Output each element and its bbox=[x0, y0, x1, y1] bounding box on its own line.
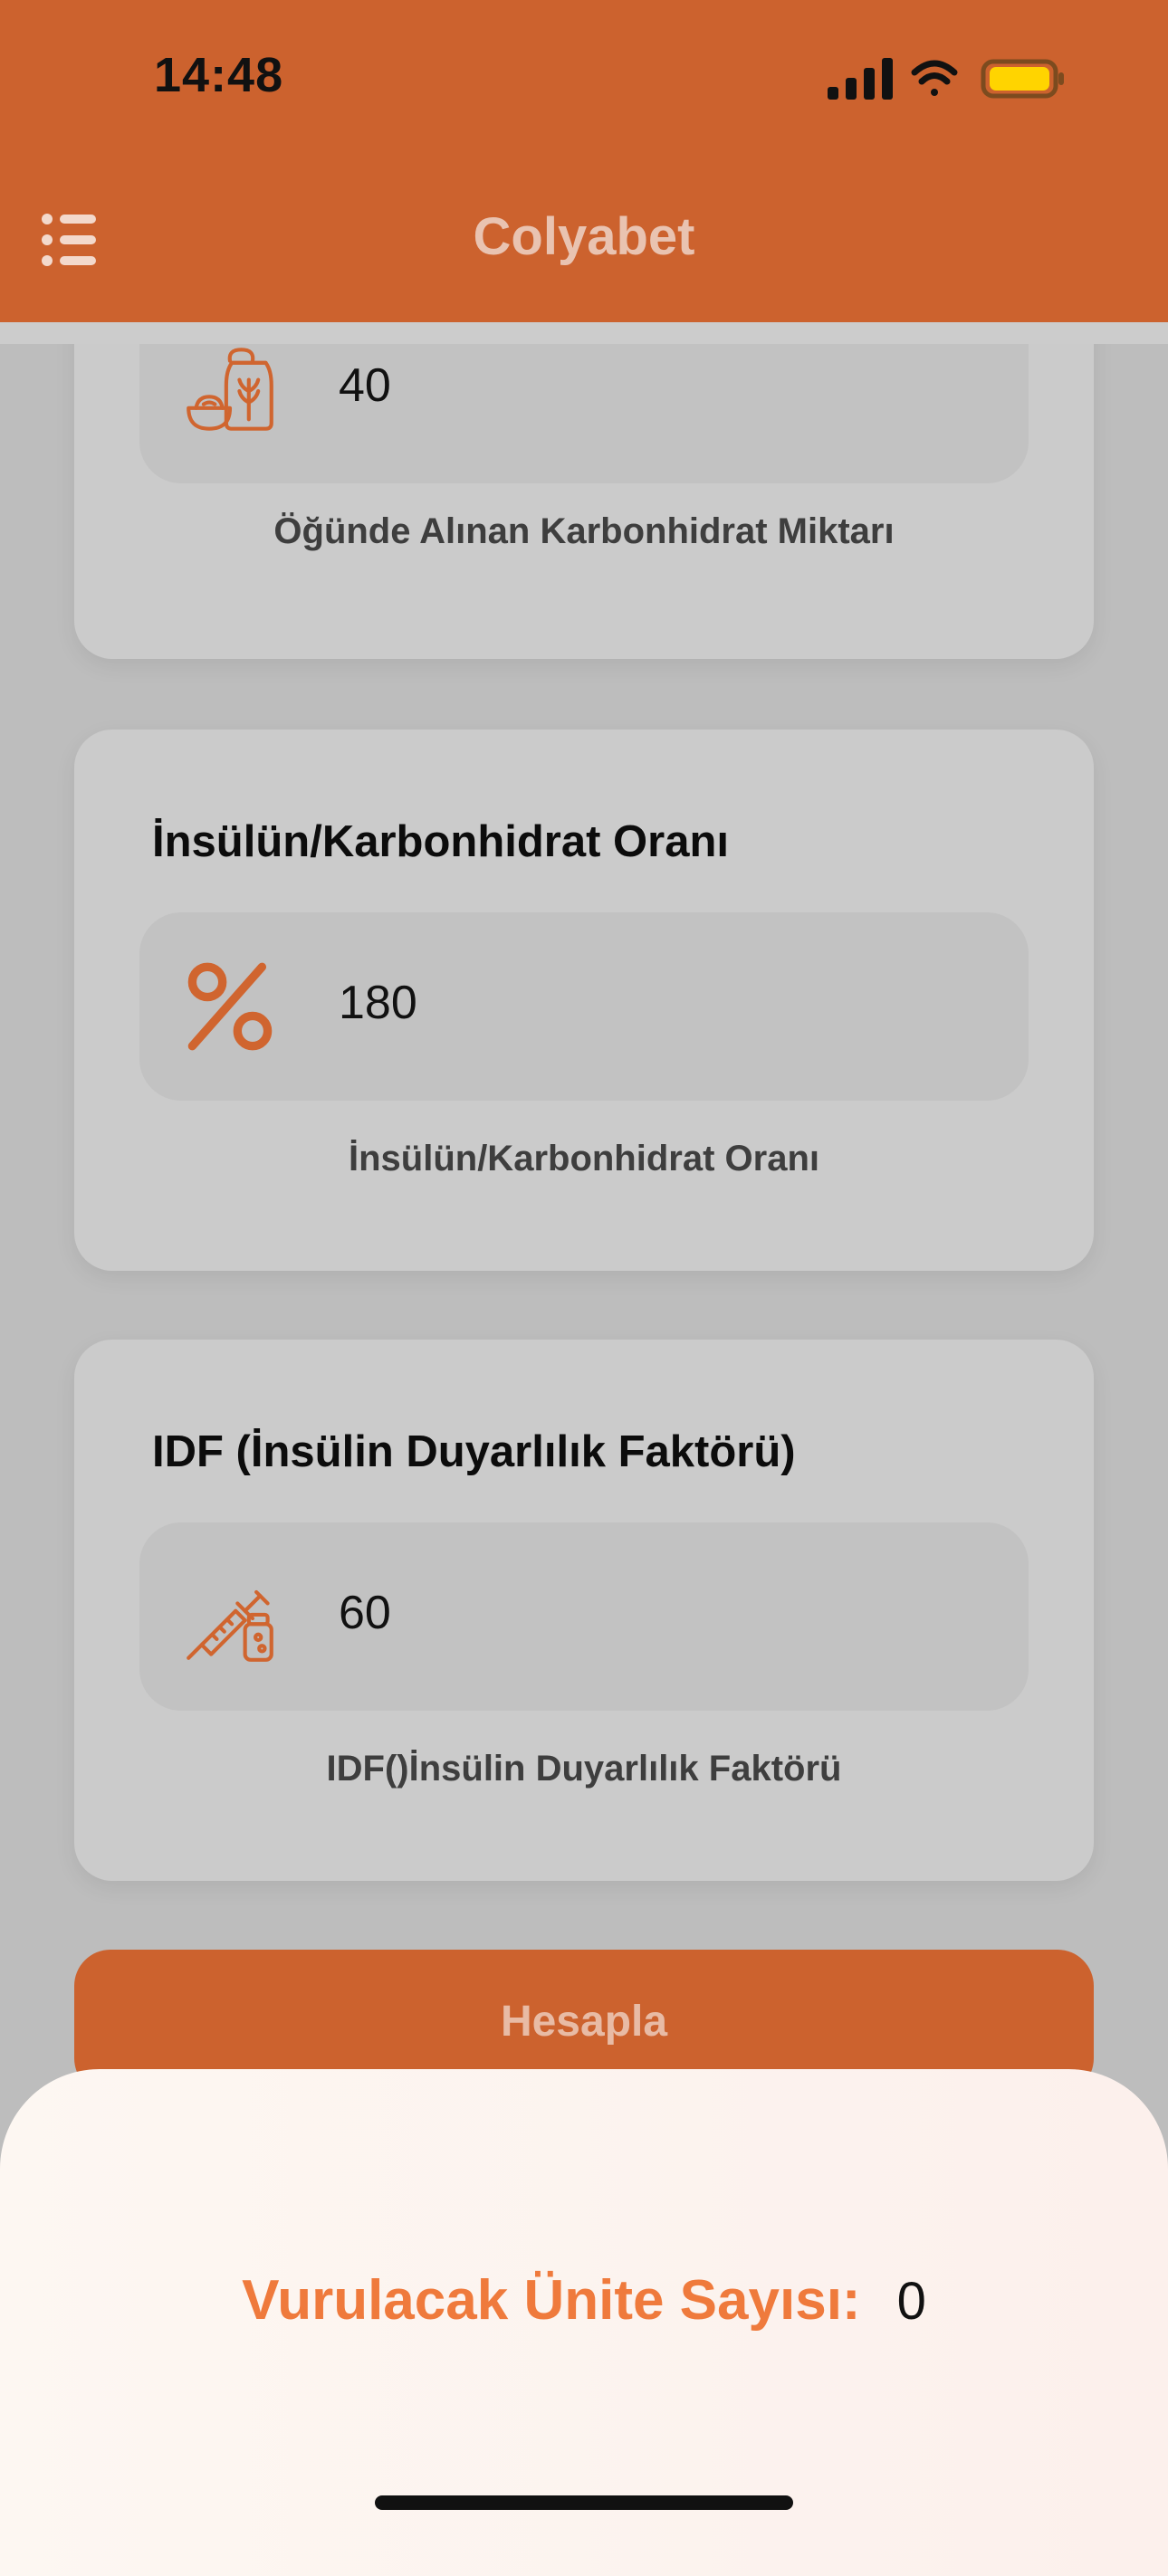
percent-icon bbox=[187, 962, 273, 1051]
wifi-icon bbox=[911, 60, 958, 96]
idf-title: IDF (İnsülin Duyarlılık Faktörü) bbox=[152, 1427, 796, 1476]
header-divider bbox=[0, 322, 1168, 344]
insulin-carb-ratio-card: İnsülün/Karbonhidrat Oranı 180 İnsülün/K… bbox=[74, 730, 1094, 1271]
carb-amount-input[interactable]: 40 bbox=[139, 322, 1029, 483]
insulin-carb-ratio-helper: İnsülün/Karbonhidrat Oranı bbox=[348, 1139, 820, 1178]
status-icons bbox=[828, 58, 1064, 100]
syringe-icon bbox=[187, 1589, 273, 1662]
idf-input[interactable]: 60 bbox=[139, 1522, 1029, 1711]
carb-amount-helper: Öğünde Alınan Karbonhidrat Miktarı bbox=[273, 511, 895, 551]
cellular-signal-icon bbox=[828, 58, 893, 100]
grain-food-icon bbox=[187, 348, 273, 431]
insulin-carb-ratio-value: 180 bbox=[339, 977, 417, 1029]
result-value: 0 bbox=[896, 2272, 926, 2331]
calculate-button-label: Hesapla bbox=[500, 1998, 668, 2046]
carb-amount-card: 40 Öğünde Alınan Karbonhidrat Miktarı bbox=[74, 322, 1094, 659]
idf-card: IDF (İnsülin Duyarlılık Faktörü) 60 IDF(… bbox=[74, 1340, 1094, 1881]
idf-helper: IDF()İnsülin Duyarlılık Faktörü bbox=[326, 1749, 842, 1789]
insulin-carb-ratio-input[interactable]: 180 bbox=[139, 912, 1029, 1101]
carb-amount-value: 40 bbox=[339, 359, 391, 412]
idf-value: 60 bbox=[339, 1587, 391, 1639]
result-label: Vurulacak Ünite Sayısı: bbox=[242, 2269, 861, 2332]
battery-icon bbox=[981, 59, 1064, 99]
home-indicator[interactable] bbox=[375, 2495, 793, 2510]
insulin-carb-ratio-title: İnsülün/Karbonhidrat Oranı bbox=[152, 817, 730, 866]
result-row: Vurulacak Ünite Sayısı: 0 bbox=[0, 2268, 1168, 2333]
status-time: 14:48 bbox=[154, 48, 284, 102]
app-header: 14:48 Colyabet bbox=[0, 0, 1168, 322]
page-title: Colyabet bbox=[473, 207, 695, 266]
